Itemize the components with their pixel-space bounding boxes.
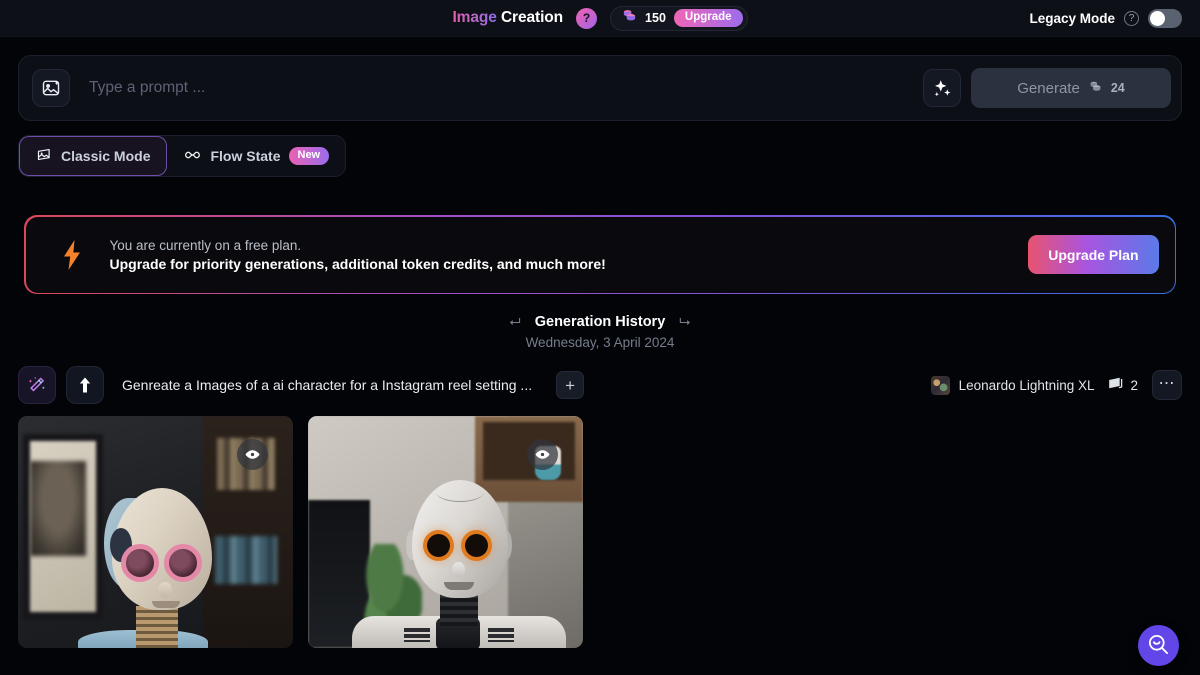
classic-mode-icon xyxy=(36,146,53,166)
support-button[interactable] xyxy=(1138,625,1179,666)
art-head-seam xyxy=(436,482,484,502)
generation-prompt-text: Genreate a Images of a ai character for … xyxy=(122,377,533,393)
model-thumbnail xyxy=(930,375,950,395)
token-count: 150 xyxy=(645,11,666,25)
tab-flow-state-label: Flow State xyxy=(210,148,281,164)
art-nose xyxy=(158,582,172,598)
art-mouth xyxy=(444,582,474,590)
art-books-lower xyxy=(215,536,277,584)
free-plan-banner: You are currently on a free plan. Upgrad… xyxy=(24,215,1176,294)
help-icon[interactable]: ? xyxy=(576,7,598,29)
art-sunglass-right xyxy=(164,544,202,582)
legacy-mode-label: Legacy Mode xyxy=(1029,10,1115,26)
free-plan-upsell-text: Upgrade for priority generations, additi… xyxy=(109,255,606,272)
generation-row-meta: Leonardo Lightning XL 2 ⋯ xyxy=(930,370,1182,400)
free-plan-status-text: You are currently on a free plan. xyxy=(109,237,302,253)
upgrade-plan-button[interactable]: Upgrade Plan xyxy=(1028,235,1159,274)
art-vent-right xyxy=(488,628,514,642)
generation-row-toolbar: Genreate a Images of a ai character for … xyxy=(0,350,1200,404)
art-nose xyxy=(452,562,465,577)
art-mouth xyxy=(152,601,180,608)
toggle-knob xyxy=(1150,10,1165,26)
mode-tabs: Classic Mode Flow State New xyxy=(18,135,347,177)
expand-prompt-button[interactable]: + xyxy=(556,371,585,399)
page-title-part2: Creation xyxy=(500,9,564,26)
mode-tabs-section: Classic Mode Flow State New xyxy=(0,121,1200,177)
image-count-value: 2 xyxy=(1130,377,1138,393)
image-sparkle-icon[interactable] xyxy=(32,69,70,107)
eye-icon[interactable] xyxy=(237,439,268,470)
generate-button[interactable]: Generate 24 xyxy=(971,68,1171,108)
prompt-bar: Generate 24 xyxy=(18,55,1182,121)
top-bar: Image Creation ? 150 Upgrade Legacy Mode… xyxy=(0,0,1200,37)
generate-button-label: Generate xyxy=(1017,79,1080,97)
legacy-mode-toggle[interactable] xyxy=(1148,8,1182,28)
art-sunglass-left xyxy=(121,544,159,582)
token-balance-pill[interactable]: 150 Upgrade xyxy=(610,5,748,31)
generated-images-grid xyxy=(0,404,1200,648)
generation-history-title: Generation History xyxy=(534,313,666,330)
top-bar-center-group: Image Creation ? 150 Upgrade xyxy=(0,5,1200,31)
lightning-bolt-icon xyxy=(60,239,84,270)
art-eye-left xyxy=(427,534,450,557)
search-smile-icon xyxy=(1147,633,1170,659)
sparkles-icon[interactable] xyxy=(923,69,961,107)
tab-classic-mode[interactable]: Classic Mode xyxy=(19,136,168,176)
art-portrait xyxy=(30,461,86,556)
generate-cost-value: 24 xyxy=(1110,81,1125,95)
free-plan-banner-section: You are currently on a free plan. Upgrad… xyxy=(0,177,1200,294)
free-plan-banner-text: You are currently on a free plan. Upgrad… xyxy=(110,238,1003,272)
page-title: Image Creation xyxy=(452,9,563,27)
page-title-part1: Image xyxy=(452,9,497,26)
tab-classic-mode-label: Classic Mode xyxy=(61,148,151,164)
infinity-icon xyxy=(183,148,202,165)
generated-image-card[interactable] xyxy=(308,416,583,648)
legacy-mode-group: Legacy Mode ? xyxy=(1029,8,1182,28)
generated-image-card[interactable] xyxy=(18,416,293,648)
arrow-left-decor-icon: ⮠ xyxy=(509,313,521,329)
arrow-right-decor-icon: ⮡ xyxy=(679,313,691,329)
art-neck xyxy=(440,594,478,626)
tab-flow-state[interactable]: Flow State New xyxy=(167,136,345,176)
arrow-up-icon[interactable] xyxy=(66,366,104,404)
free-plan-banner-inner: You are currently on a free plan. Upgrad… xyxy=(25,216,1175,293)
question-mark-icon[interactable]: ? xyxy=(1124,10,1139,26)
generation-history-title-row: ⮠ Generation History ⮡ xyxy=(0,313,1200,330)
more-options-button[interactable]: ⋯ xyxy=(1152,370,1182,400)
art-vent-left xyxy=(404,628,430,642)
eye-icon[interactable] xyxy=(527,439,558,470)
token-icon xyxy=(622,8,637,28)
magic-wand-icon[interactable] xyxy=(18,366,56,404)
upgrade-chip-button[interactable]: Upgrade xyxy=(673,8,743,28)
generate-cost-icon xyxy=(1089,80,1102,96)
generation-history-date: Wednesday, 3 April 2024 xyxy=(525,335,675,350)
images-stack-icon xyxy=(1108,376,1124,395)
art-neck xyxy=(136,606,178,648)
generation-history-header: ⮠ Generation History ⮡ Wednesday, 3 Apri… xyxy=(0,294,1200,350)
prompt-input[interactable] xyxy=(80,79,913,97)
model-chip[interactable]: Leonardo Lightning XL xyxy=(930,375,1095,395)
art-eye-right xyxy=(465,534,488,557)
new-badge: New xyxy=(288,147,330,165)
prompt-section: Generate 24 xyxy=(0,37,1200,121)
image-count-chip: 2 xyxy=(1108,376,1138,395)
model-name: Leonardo Lightning XL xyxy=(958,377,1095,393)
